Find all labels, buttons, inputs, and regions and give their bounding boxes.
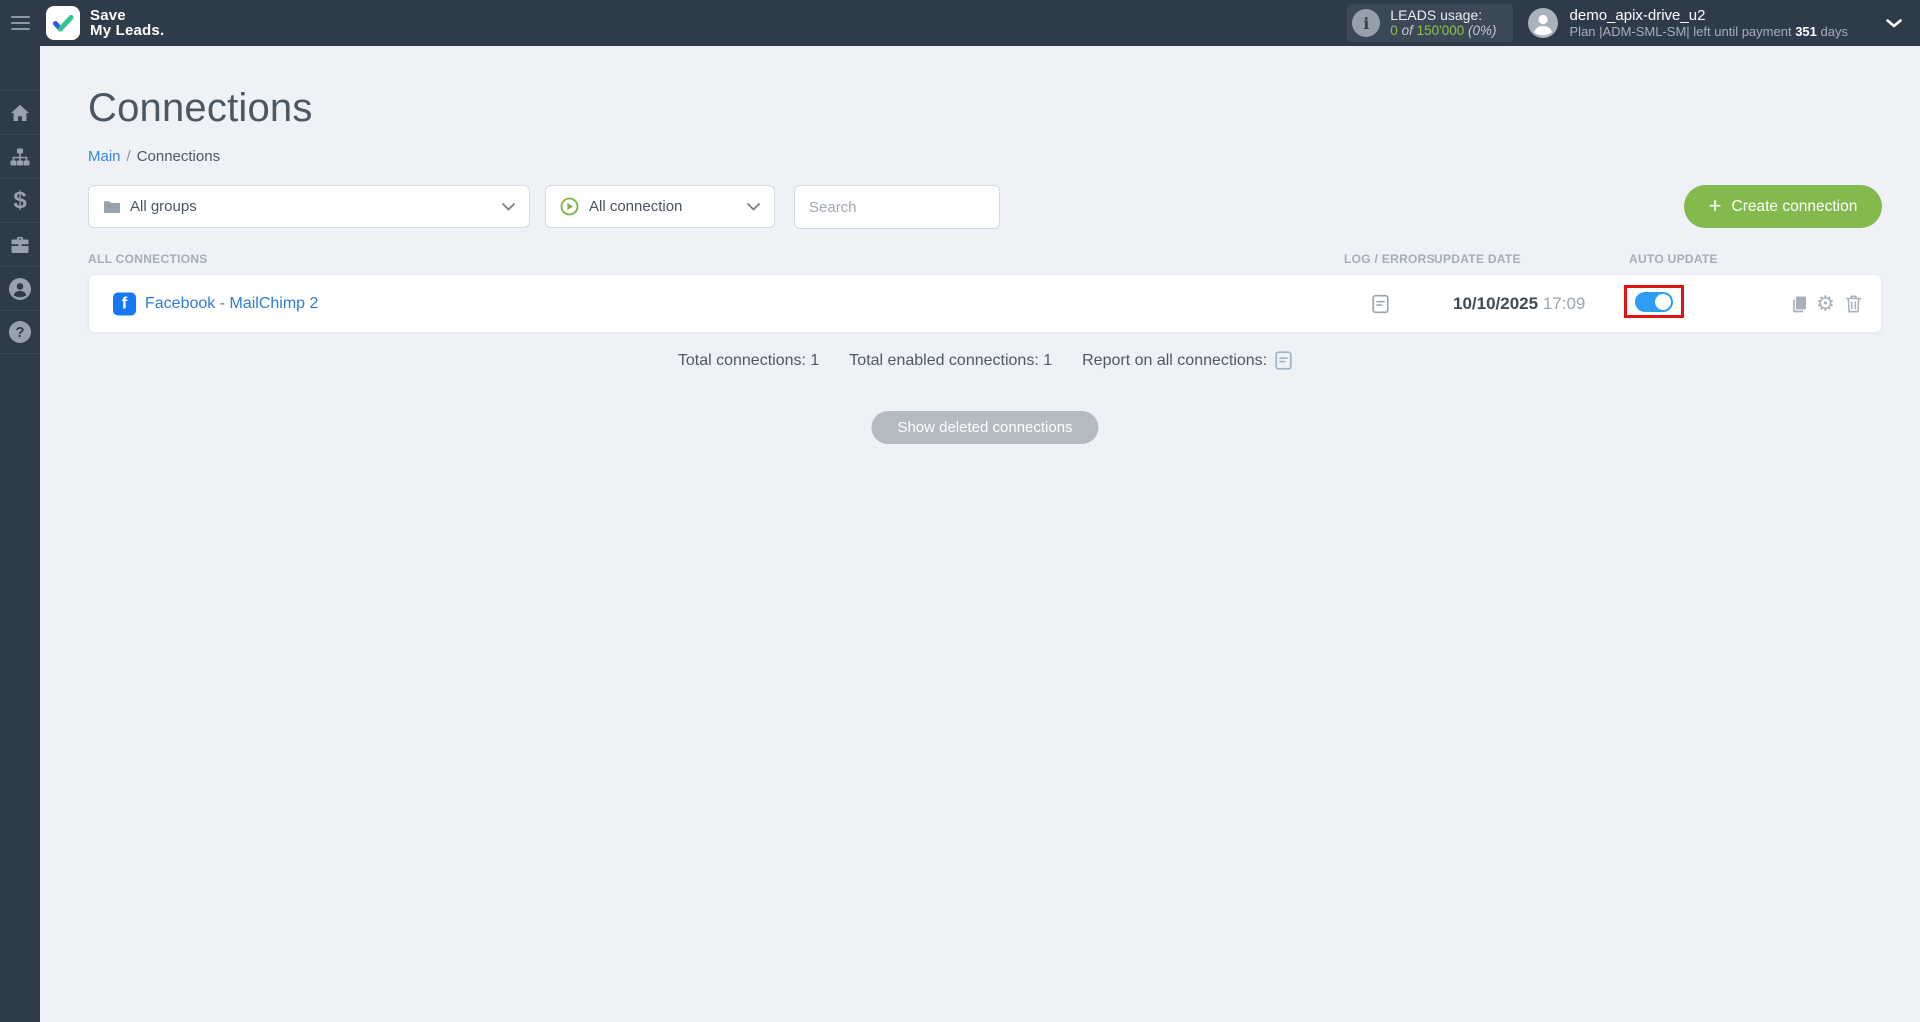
breadcrumb-current: Connections — [136, 148, 221, 165]
column-all-connections: ALL CONNECTIONS — [88, 252, 208, 266]
total-enabled-connections: Total enabled connections: 1 — [849, 351, 1053, 369]
show-deleted-button[interactable]: Show deleted connections — [871, 411, 1099, 444]
top-header: Save My Leads. i LEADS usage: 0 of 150'0… — [0, 0, 1920, 46]
sidebar-item-billing[interactable]: $ — [0, 178, 40, 222]
dollar-icon: $ — [13, 186, 27, 214]
chevron-down-icon[interactable] — [1886, 18, 1902, 28]
question-icon: ? — [9, 321, 31, 343]
plan-info: Plan |ADM-SML-SM| left until payment 351… — [1569, 23, 1848, 39]
logo-checkmark-icon — [46, 6, 80, 40]
column-update-date: UPDATE DATE — [1434, 252, 1521, 266]
total-connections: Total connections: 1 — [677, 351, 820, 369]
annotation-highlight-box — [1624, 285, 1684, 318]
sidebar: $ ? — [0, 46, 40, 1022]
trash-icon[interactable] — [1845, 294, 1862, 313]
groups-filter-label: All groups — [130, 198, 197, 215]
sitemap-icon — [10, 148, 30, 165]
main-content: Connections Main / Connections All groups … — [40, 46, 1920, 1022]
connection-row: f Facebook - MailChimp 2 10/10/2025 17:0… — [88, 274, 1882, 333]
log-file-icon[interactable] — [1372, 294, 1389, 313]
table-header-row: ALL CONNECTIONS LOG / ERRORS UPDATE DATE… — [88, 252, 1882, 268]
briefcase-icon — [11, 236, 29, 253]
plus-icon: + — [1708, 192, 1722, 218]
connection-filter-label: All connection — [589, 198, 683, 215]
facebook-icon: f — [113, 292, 136, 315]
sidebar-item-services[interactable] — [0, 222, 40, 266]
column-auto-update: AUTO UPDATE — [1629, 252, 1718, 266]
leads-usage-value: 0 of 150'000 (0%) — [1390, 23, 1497, 38]
breadcrumb: Main / Connections — [88, 148, 221, 165]
home-icon — [11, 104, 29, 121]
avatar — [1527, 8, 1558, 38]
chevron-down-icon — [502, 202, 515, 211]
breadcrumb-main-link[interactable]: Main — [88, 148, 121, 165]
sidebar-item-help[interactable]: ? — [0, 310, 40, 354]
gear-icon[interactable]: ⚙ — [1816, 293, 1835, 314]
chevron-down-icon — [747, 202, 760, 211]
sidebar-item-connections[interactable] — [0, 134, 40, 178]
leads-usage-panel: i LEADS usage: 0 of 150'000 (0%) — [1347, 4, 1513, 42]
summary-bar: Total connections: 1 Total enabled conne… — [88, 351, 1882, 370]
sidebar-item-home[interactable] — [0, 90, 40, 134]
person-icon — [9, 277, 31, 300]
report-all-connections: Report on all connections: — [1082, 351, 1292, 370]
search-input[interactable] — [794, 185, 1000, 229]
menu-icon[interactable] — [0, 0, 40, 46]
user-menu[interactable]: demo_apix-drive_u2 Plan |ADM-SML-SM| lef… — [1527, 6, 1902, 40]
folder-icon — [104, 200, 120, 213]
update-date-value: 10/10/2025 17:09 — [1453, 293, 1586, 313]
logo-text: Save My Leads. — [90, 6, 165, 39]
report-file-icon[interactable] — [1275, 351, 1292, 370]
info-icon: i — [1352, 9, 1381, 37]
play-circle-icon — [560, 197, 579, 216]
column-log-errors: LOG / ERRORS — [1344, 252, 1435, 266]
app-logo[interactable]: Save My Leads. — [46, 6, 164, 40]
leads-usage-label: LEADS usage: — [1390, 7, 1483, 23]
page-title: Connections — [88, 86, 313, 130]
connection-link[interactable]: Facebook - MailChimp 2 — [145, 295, 318, 313]
auto-update-toggle[interactable] — [1635, 291, 1673, 312]
groups-filter-select[interactable]: All groups — [88, 185, 530, 228]
connection-type-filter-select[interactable]: All connection — [545, 185, 775, 228]
copy-icon[interactable] — [1791, 295, 1809, 313]
username: demo_apix-drive_u2 — [1569, 6, 1706, 24]
create-connection-button[interactable]: + Create connection — [1684, 185, 1882, 228]
sidebar-item-profile[interactable] — [0, 266, 40, 310]
